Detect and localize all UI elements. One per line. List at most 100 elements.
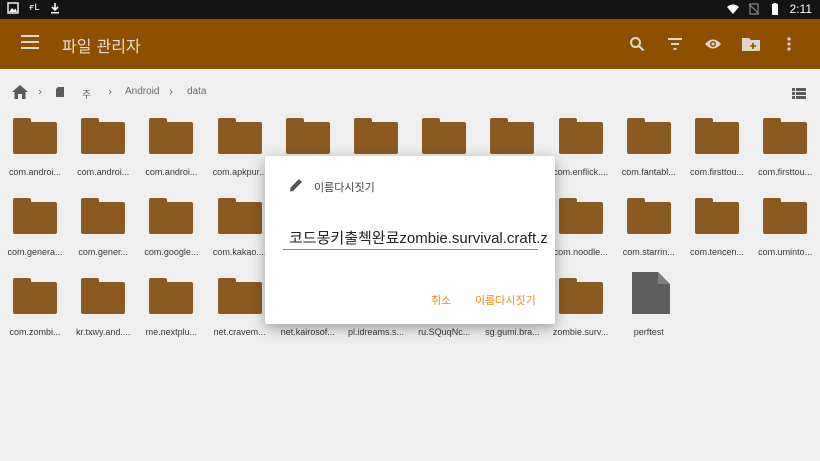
folder-item[interactable]: kr.txwy.and....: [69, 272, 137, 346]
folder-item[interactable]: com.fantabl...: [615, 112, 683, 186]
folder-item[interactable]: com.gener...: [69, 192, 137, 266]
list-view-icon[interactable]: [792, 88, 806, 99]
folder-icon: [490, 118, 535, 154]
folder-item[interactable]: com.androi...: [137, 112, 205, 186]
item-label: com.tencen...: [689, 247, 745, 257]
item-label: net.kairosof...: [280, 327, 335, 337]
folder-item[interactable]: com.kakao....: [206, 192, 274, 266]
folder-item[interactable]: com.uminto...: [751, 192, 819, 266]
item-label: com.gener...: [78, 247, 128, 257]
cancel-button[interactable]: 취소: [431, 292, 451, 308]
folder-icon: [763, 118, 808, 154]
new-folder-button[interactable]: [740, 33, 762, 55]
chevron-right-icon: ›: [38, 85, 43, 98]
item-label: com.uminto...: [758, 247, 813, 257]
folder-item[interactable]: com.zombi...: [1, 272, 69, 346]
folder-item[interactable]: com.androi...: [69, 112, 137, 186]
image-icon: [7, 2, 19, 14]
view-hidden-button[interactable]: [702, 33, 724, 55]
app-bar: 파일 관리자: [0, 19, 820, 69]
item-label: zombie.surv...: [552, 327, 609, 337]
folder-item[interactable]: com.firsttou...: [683, 112, 751, 186]
folder-item[interactable]: com.androi...: [1, 112, 69, 186]
filter-icon: [668, 38, 682, 50]
folder-icon: [558, 118, 603, 154]
folder-icon: [217, 118, 262, 154]
folder-icon: [422, 118, 467, 154]
folder-item[interactable]: zombie.surv...: [547, 272, 615, 346]
rename-input-value: 코드몽키출첵완료zombie.survival.craft.z: [289, 230, 548, 247]
folder-icon: [695, 198, 739, 234]
folder-icon: [81, 278, 126, 314]
item-label: com.fantabl...: [621, 167, 676, 177]
item-label: net.cravem...: [213, 327, 266, 337]
status-bar: ғL 2:11: [0, 0, 820, 19]
folder-item[interactable]: com.starrin...: [615, 192, 683, 266]
item-label: com.androi...: [8, 167, 62, 177]
folder-icon: [626, 118, 671, 154]
search-icon: [630, 37, 645, 52]
folder-icon: [13, 198, 57, 234]
item-label: com.noodle...: [553, 247, 608, 257]
folder-icon: [81, 198, 126, 234]
rename-button[interactable]: 이름다시짓기: [475, 292, 536, 308]
folder-icon: [354, 118, 398, 154]
folder-icon: [13, 278, 57, 314]
breadcrumb: › 주 › Android › data: [0, 80, 820, 106]
folder-item[interactable]: com.genera...: [1, 192, 69, 266]
folder-item[interactable]: com.noodle...: [547, 192, 615, 266]
more-vert-icon: [787, 37, 791, 51]
battery-icon: [771, 3, 778, 15]
folder-item[interactable]: com.firsttou...: [751, 112, 819, 186]
chevron-right-icon: ›: [108, 85, 113, 98]
rename-dialog: 이름다시짓기 코드몽키출첵완료zombie.survival.craft.z 취…: [265, 156, 555, 324]
file-item[interactable]: perftest: [615, 272, 683, 346]
rename-input[interactable]: 코드몽키출첵완료zombie.survival.craft.z: [283, 226, 548, 250]
folder-item[interactable]: com.google...: [137, 192, 205, 266]
item-label: com.firsttou...: [758, 167, 813, 177]
item-label: kr.txwy.and....: [76, 327, 131, 337]
item-label: com.google...: [144, 247, 199, 257]
folder-icon: [81, 118, 126, 154]
clock: 2:11: [789, 2, 812, 16]
folder-icon: [13, 118, 57, 154]
eye-icon: [705, 39, 721, 49]
item-label: com.genera...: [7, 247, 63, 257]
folder-item[interactable]: com.enflick....: [547, 112, 615, 186]
folder-icon: [695, 118, 739, 154]
folder-icon: [285, 118, 330, 154]
folder-icon: [558, 198, 603, 234]
search-button[interactable]: [626, 33, 648, 55]
item-label: com.zombi...: [9, 327, 61, 337]
filter-button[interactable]: [664, 33, 686, 55]
item-label: com.androi...: [145, 167, 198, 177]
menu-icon[interactable]: [21, 35, 39, 49]
folder-icon: [763, 198, 808, 234]
folder-icon: [149, 118, 194, 154]
folder-item[interactable]: net.cravem...: [206, 272, 274, 346]
item-label: com.androi...: [77, 167, 130, 177]
folder-icon: [217, 198, 262, 234]
file-icon: [631, 272, 670, 314]
more-options-button[interactable]: [778, 33, 800, 55]
breadcrumb-item-root[interactable]: 주: [82, 86, 91, 101]
folder-item[interactable]: com.tencen...: [683, 192, 751, 266]
item-label: com.firsttou...: [689, 167, 744, 177]
item-label: com.starrin...: [622, 247, 675, 257]
pencil-icon: [289, 179, 302, 192]
folder-item[interactable]: me.nextplu...: [137, 272, 205, 346]
home-icon[interactable]: [12, 85, 28, 99]
item-label: me.nextplu...: [145, 327, 198, 337]
breadcrumb-item-data[interactable]: data: [187, 86, 206, 97]
folder-icon: [217, 278, 262, 314]
folder-icon: [626, 198, 671, 234]
item-label: sg.gumi.bra...: [485, 327, 540, 337]
item-label: ru.SQuqNc...: [418, 327, 471, 337]
sd-card-icon: [56, 87, 64, 97]
item-label: pl.idreams.s...: [347, 327, 405, 337]
folder-item[interactable]: com.apkpur...: [206, 112, 274, 186]
chevron-right-icon: ›: [169, 85, 174, 98]
breadcrumb-item-android[interactable]: Android: [125, 86, 159, 97]
folder-icon: [558, 278, 603, 314]
item-label: perftest: [633, 327, 664, 337]
